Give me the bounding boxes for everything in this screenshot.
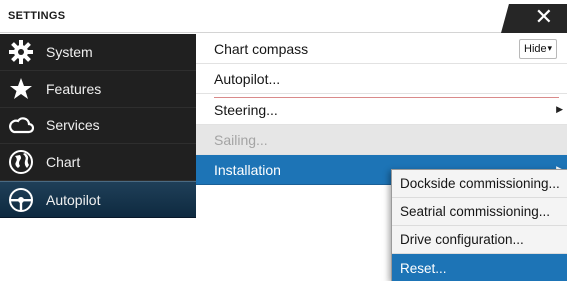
sidebar-item-label: Autopilot bbox=[46, 191, 101, 208]
menu-item-dockside-commissioning[interactable]: Dockside commissioning... bbox=[392, 170, 567, 198]
steering-wheel-icon bbox=[6, 185, 36, 215]
steering-row[interactable]: Steering... ▶ bbox=[196, 95, 567, 125]
sidebar-item-label: Services bbox=[46, 117, 100, 134]
row-label: Sailing... bbox=[214, 131, 268, 148]
menu-item-drive-configuration[interactable]: Drive configuration... bbox=[392, 226, 567, 254]
chart-icon bbox=[6, 147, 36, 177]
window-title: SETTINGS bbox=[8, 10, 66, 22]
autopilot-row[interactable]: Autopilot... bbox=[196, 64, 567, 94]
title-bar: SETTINGS ✕ bbox=[0, 0, 567, 33]
installation-submenu: Dockside commissioning... Seatrial commi… bbox=[391, 169, 567, 281]
row-label: Steering... bbox=[214, 101, 278, 118]
settings-sidebar: System Features Services Chart Autopilot bbox=[0, 34, 196, 218]
menu-item-seatrial-commissioning[interactable]: Seatrial commissioning... bbox=[392, 198, 567, 226]
row-label: Chart compass bbox=[214, 40, 309, 57]
star-icon bbox=[6, 74, 36, 104]
sidebar-item-chart[interactable]: Chart bbox=[0, 144, 196, 182]
close-button[interactable]: ✕ bbox=[501, 4, 567, 33]
sidebar-item-features[interactable]: Features bbox=[0, 71, 196, 108]
dropdown-caret-icon: ▾ bbox=[547, 43, 552, 53]
sidebar-item-label: System bbox=[46, 43, 93, 60]
close-icon: ✕ bbox=[534, 5, 553, 30]
sidebar-item-label: Features bbox=[46, 80, 102, 97]
sailing-row: Sailing... bbox=[196, 125, 567, 155]
chart-compass-select[interactable]: Hide ▾ bbox=[519, 39, 557, 59]
settings-window: SETTINGS ✕ System Features Services Char… bbox=[0, 0, 567, 281]
sidebar-item-label: Chart bbox=[46, 154, 81, 171]
gear-icon bbox=[6, 37, 36, 67]
sidebar-item-autopilot[interactable]: Autopilot bbox=[0, 181, 196, 218]
submenu-arrow-icon: ▶ bbox=[556, 104, 563, 114]
row-label: Installation bbox=[214, 161, 281, 178]
cloud-icon bbox=[6, 110, 36, 140]
sidebar-item-system[interactable]: System bbox=[0, 34, 196, 71]
chart-compass-row[interactable]: Chart compass Hide ▾ bbox=[196, 34, 567, 64]
menu-item-reset[interactable]: Reset... bbox=[392, 254, 567, 281]
sidebar-item-services[interactable]: Services bbox=[0, 108, 196, 145]
select-value: Hide bbox=[524, 43, 547, 55]
row-label: Autopilot... bbox=[214, 70, 281, 87]
